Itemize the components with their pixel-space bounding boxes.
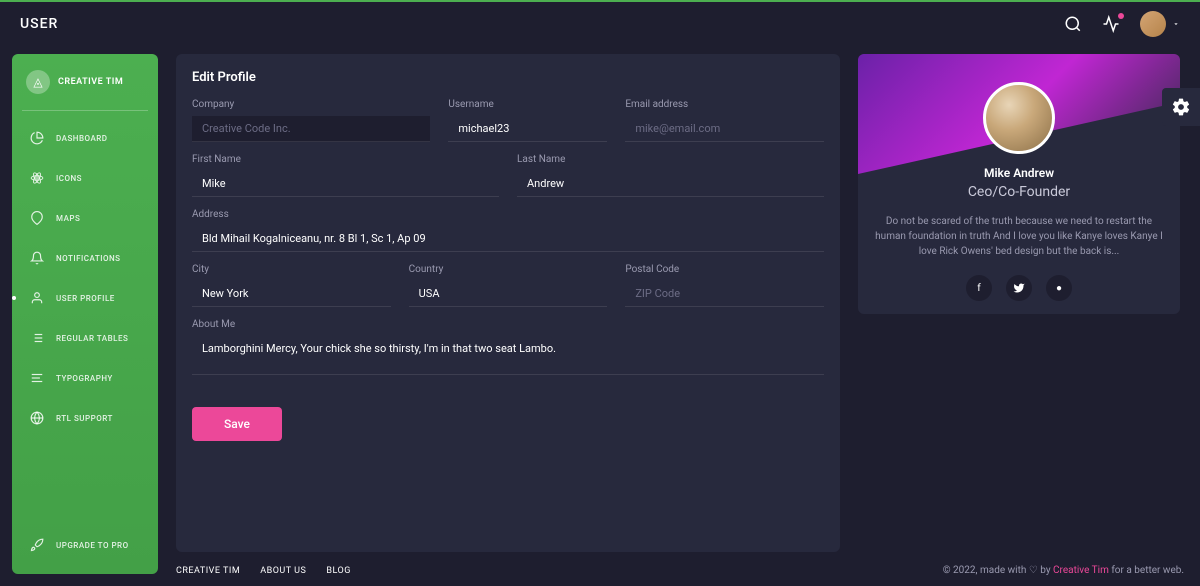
sidebar: ◬ CREATIVE TIM DASHBOARD ICONS MAPS NOTI… — [12, 54, 158, 574]
email-label: Email address — [625, 99, 824, 110]
social-row: f ● — [874, 275, 1164, 301]
sidebar-item-upgrade[interactable]: UPGRADE TO PRO — [22, 528, 148, 562]
sidebar-item-label: TYPOGRAPHY — [56, 374, 113, 383]
gear-icon — [1171, 97, 1191, 117]
footer-link-creative-tim[interactable]: CREATIVE TIM — [176, 566, 240, 576]
sidebar-brand[interactable]: ◬ CREATIVE TIM — [22, 66, 148, 98]
profile-avatar[interactable] — [983, 82, 1055, 154]
profile-role: Ceo/Co-Founder — [874, 184, 1164, 200]
edit-profile-card: Edit Profile Company Username Email addr… — [176, 54, 840, 552]
sidebar-item-label: ICONS — [56, 174, 82, 183]
footer-copyright: © 2022, made with ♡ by Creative Tim for … — [943, 565, 1184, 576]
globe-icon — [30, 411, 44, 425]
sidebar-item-label: DASHBOARD — [56, 134, 108, 143]
footer-links: CREATIVE TIM ABOUT US BLOG — [176, 566, 351, 576]
sidebar-item-tables[interactable]: REGULAR TABLES — [22, 321, 148, 355]
company-label: Company — [192, 99, 430, 110]
twitter-icon — [1013, 282, 1025, 294]
sidebar-item-typography[interactable]: TYPOGRAPHY — [22, 361, 148, 395]
notification-dot — [1118, 13, 1124, 19]
address-input[interactable] — [192, 226, 824, 252]
activity-button[interactable] — [1102, 15, 1120, 33]
about-label: About Me — [192, 319, 824, 330]
brand-text: CREATIVE TIM — [58, 77, 123, 87]
divider — [22, 110, 148, 111]
firstname-label: First Name — [192, 154, 499, 165]
sidebar-item-notifications[interactable]: NOTIFICATIONS — [22, 241, 148, 275]
pin-icon — [30, 211, 44, 225]
firstname-input[interactable] — [192, 171, 499, 197]
twitter-button[interactable] — [1006, 275, 1032, 301]
lastname-label: Last Name — [517, 154, 824, 165]
pie-icon — [30, 131, 44, 145]
main-content: Edit Profile Company Username Email addr… — [176, 54, 1184, 552]
facebook-icon: f — [977, 283, 980, 294]
google-button[interactable]: ● — [1046, 275, 1072, 301]
card-title: Edit Profile — [192, 70, 824, 85]
facebook-button[interactable]: f — [966, 275, 992, 301]
address-label: Address — [192, 209, 824, 220]
sidebar-nav: DASHBOARD ICONS MAPS NOTIFICATIONS USER … — [22, 121, 148, 528]
sidebar-item-dashboard[interactable]: DASHBOARD — [22, 121, 148, 155]
user-menu[interactable] — [1140, 11, 1180, 37]
google-icon: ● — [1056, 283, 1062, 294]
chevron-down-icon — [1172, 20, 1180, 28]
list-icon — [30, 331, 44, 345]
postal-label: Postal Code — [625, 264, 824, 275]
company-input[interactable] — [192, 116, 430, 142]
activity-icon — [1102, 15, 1120, 33]
align-icon — [30, 371, 44, 385]
lastname-input[interactable] — [517, 171, 824, 197]
username-input[interactable] — [448, 116, 607, 142]
footer-link-blog[interactable]: BLOG — [326, 566, 351, 576]
sidebar-item-label: NOTIFICATIONS — [56, 254, 121, 263]
settings-fab[interactable] — [1162, 88, 1200, 126]
sidebar-item-label: RTL SUPPORT — [56, 414, 113, 423]
profile-name: Mike Andrew — [874, 166, 1164, 180]
sidebar-item-label: USER PROFILE — [56, 294, 115, 303]
username-label: Username — [448, 99, 607, 110]
sidebar-item-label: UPGRADE TO PRO — [56, 541, 129, 550]
city-label: City — [192, 264, 391, 275]
save-button[interactable]: Save — [192, 407, 282, 441]
postal-input[interactable] — [625, 281, 824, 307]
footer: CREATIVE TIM ABOUT US BLOG © 2022, made … — [176, 565, 1184, 576]
country-label: Country — [409, 264, 608, 275]
sidebar-item-rtl[interactable]: RTL SUPPORT — [22, 401, 148, 435]
sidebar-item-icons[interactable]: ICONS — [22, 161, 148, 195]
user-icon — [30, 291, 44, 305]
search-button[interactable] — [1064, 15, 1082, 33]
sidebar-item-user-profile[interactable]: USER PROFILE — [22, 281, 148, 315]
sidebar-item-maps[interactable]: MAPS — [22, 201, 148, 235]
profile-card: Mike Andrew Ceo/Co-Founder Do not be sca… — [858, 54, 1180, 314]
footer-link-about[interactable]: ABOUT US — [260, 566, 306, 576]
page-title: USER — [20, 16, 58, 32]
brand-icon: ◬ — [26, 70, 50, 94]
profile-bio: Do not be scared of the truth because we… — [874, 214, 1164, 259]
topbar-actions — [1064, 11, 1180, 37]
country-input[interactable] — [409, 281, 608, 307]
sidebar-item-label: REGULAR TABLES — [56, 334, 128, 343]
atom-icon — [30, 171, 44, 185]
bell-icon — [30, 251, 44, 265]
avatar-icon — [1140, 11, 1166, 37]
topbar: USER — [0, 2, 1200, 46]
about-textarea[interactable] — [192, 336, 824, 375]
rocket-icon — [30, 538, 44, 552]
city-input[interactable] — [192, 281, 391, 307]
search-icon — [1064, 15, 1082, 33]
sidebar-bottom: UPGRADE TO PRO — [22, 528, 148, 562]
footer-brand-link[interactable]: Creative Tim — [1053, 565, 1109, 576]
sidebar-item-label: MAPS — [56, 214, 80, 223]
email-input[interactable] — [625, 116, 824, 142]
